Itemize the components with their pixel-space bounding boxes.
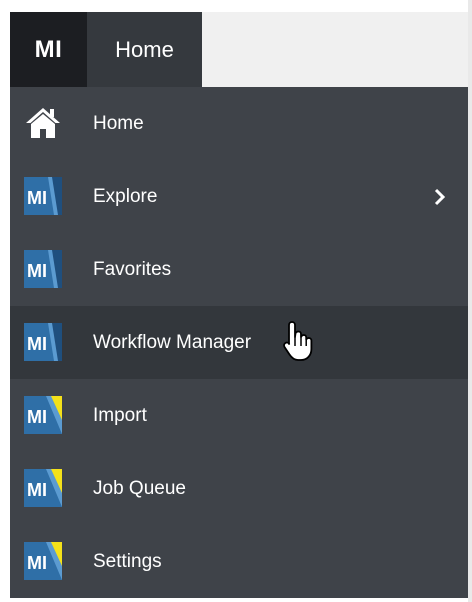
- menu-item-label: Explore: [93, 186, 158, 207]
- menu-item-label: Workflow Manager: [93, 332, 252, 353]
- mi-app-yellow-icon: MI: [24, 396, 62, 434]
- app-menu: Home MI Explore MI Favorites MI Workflow…: [10, 87, 468, 598]
- menu-item-settings[interactable]: MI Settings: [10, 525, 468, 598]
- mi-app-icon: MI: [24, 177, 62, 215]
- menu-item-favorites[interactable]: MI Favorites: [10, 233, 468, 306]
- menu-item-explore[interactable]: MI Explore: [10, 160, 468, 233]
- menu-item-label: Settings: [93, 551, 162, 572]
- svg-text:MI: MI: [27, 407, 47, 427]
- menu-item-label: Job Queue: [93, 478, 186, 499]
- svg-text:MI: MI: [27, 334, 47, 354]
- menu-frame: MI Home Home MI Explore MI Favorites MI …: [10, 12, 468, 598]
- tab-home[interactable]: Home: [87, 12, 202, 87]
- mi-app-icon: MI: [24, 250, 62, 288]
- mi-logo[interactable]: MI: [10, 12, 87, 87]
- menu-item-workflow-manager[interactable]: MI Workflow Manager: [10, 306, 468, 379]
- menu-item-label: Favorites: [93, 259, 172, 280]
- background-strip: [468, 0, 472, 602]
- top-bar: MI Home: [10, 12, 468, 87]
- house-icon: [24, 104, 62, 142]
- svg-text:MI: MI: [27, 261, 47, 281]
- svg-text:MI: MI: [27, 553, 47, 573]
- hand-pointer-icon: [282, 320, 316, 362]
- mi-app-yellow-icon: MI: [24, 469, 62, 507]
- menu-item-job-queue[interactable]: MI Job Queue: [10, 452, 468, 525]
- menu-item-import[interactable]: MI Import: [10, 379, 468, 452]
- mi-app-icon: MI: [24, 323, 62, 361]
- svg-text:MI: MI: [27, 480, 47, 500]
- mi-app-yellow-icon: MI: [24, 542, 62, 580]
- svg-text:MI: MI: [27, 188, 47, 208]
- chevron-right-icon: [428, 160, 452, 233]
- menu-item-label: Import: [93, 405, 147, 426]
- menu-item-label: Home: [93, 113, 144, 134]
- menu-item-home[interactable]: Home: [10, 87, 468, 160]
